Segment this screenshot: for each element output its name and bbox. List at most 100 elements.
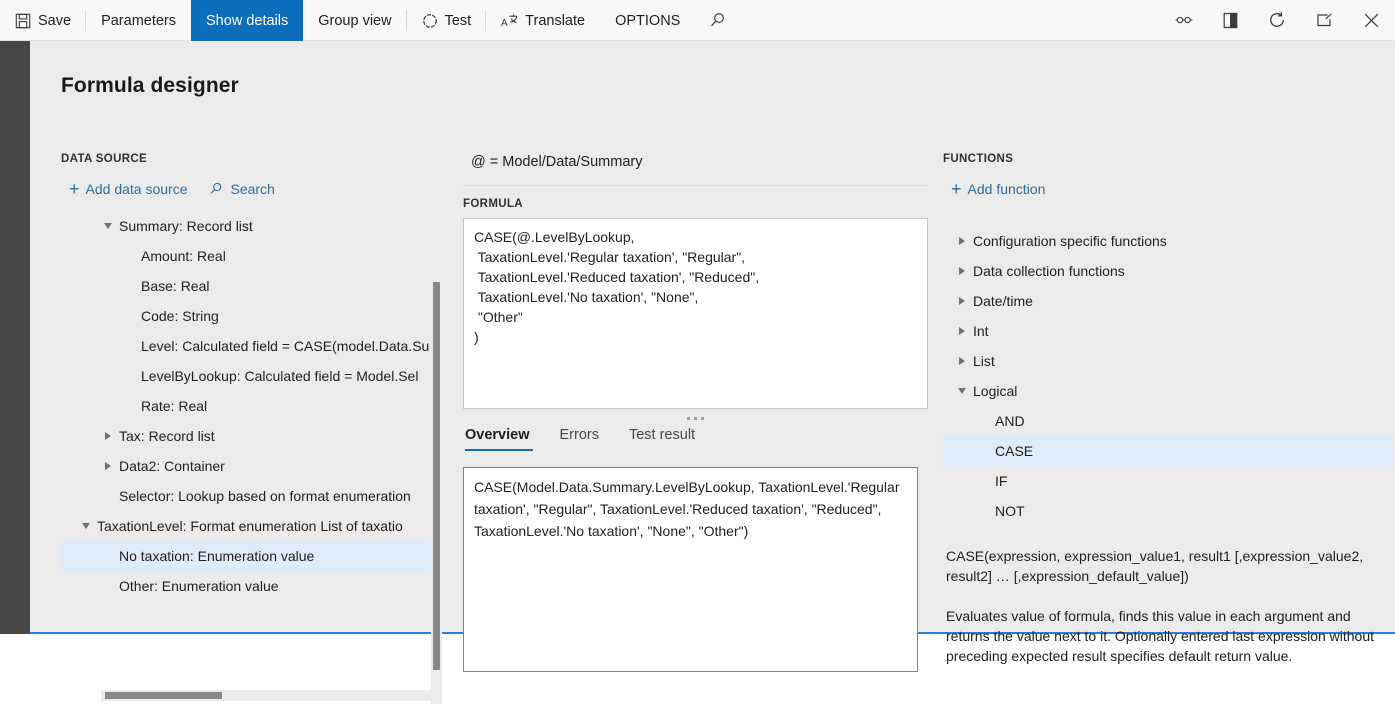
chevron-down-icon[interactable] bbox=[75, 523, 97, 529]
tree-item[interactable]: CASE bbox=[943, 436, 1395, 466]
data-source-vscrollbar[interactable] bbox=[431, 280, 442, 704]
overview-result-box[interactable]: CASE(Model.Data.Summary.LevelByLookup, T… bbox=[463, 467, 918, 672]
chevron-right-icon[interactable] bbox=[97, 432, 119, 440]
refresh-icon-button[interactable] bbox=[1253, 0, 1301, 41]
window-controls bbox=[1160, 0, 1395, 40]
function-description: Evaluates value of formula, finds this v… bbox=[946, 606, 1395, 666]
formula-editor[interactable]: CASE(@.LevelByLookup, TaxationLevel.'Reg… bbox=[463, 218, 928, 409]
tree-item[interactable]: IF bbox=[943, 466, 1395, 496]
tab-test-result[interactable]: Test result bbox=[614, 427, 710, 451]
add-data-source-button[interactable]: + Add data source bbox=[69, 180, 187, 198]
tree-item-label: No taxation: Enumeration value bbox=[119, 548, 314, 564]
tree-item-label: Code: String bbox=[141, 308, 219, 324]
search-data-source-label: Search bbox=[230, 181, 274, 197]
chevron-right-icon[interactable] bbox=[951, 267, 973, 275]
tree-item-label: Logical bbox=[973, 383, 1017, 399]
tab-label: Errors bbox=[560, 427, 599, 443]
toolbar-item-test[interactable]: Test bbox=[407, 0, 487, 41]
formula-panel: @ = Model/Data/Summary FORMULA CASE(@.Le… bbox=[463, 112, 928, 672]
tree-item[interactable]: Code: String bbox=[61, 301, 441, 331]
tree-item[interactable]: Date/time bbox=[943, 286, 1395, 316]
settings-gear-icon-button[interactable] bbox=[1160, 0, 1208, 41]
toolbar-item-options[interactable]: OPTIONS bbox=[600, 0, 695, 41]
formula-tabs[interactable]: Overview Errors Test result bbox=[463, 427, 928, 459]
chevron-right-icon[interactable] bbox=[951, 237, 973, 245]
page-title: Formula designer bbox=[61, 74, 239, 98]
tree-item-label: Selector: Lookup based on format enumera… bbox=[119, 488, 411, 504]
tree-item-label: Tax: Record list bbox=[119, 428, 215, 444]
tree-item[interactable]: List bbox=[943, 346, 1395, 376]
search-icon-button[interactable] bbox=[695, 0, 740, 41]
toolbar-item-show-details[interactable]: Show details bbox=[191, 0, 303, 41]
chevron-down-icon[interactable] bbox=[951, 388, 973, 394]
tree-item[interactable]: Base: Real bbox=[61, 271, 441, 301]
tree-item-label: Data collection functions bbox=[973, 263, 1125, 279]
tree-item[interactable]: Configuration specific functions bbox=[943, 226, 1395, 256]
chevron-right-icon[interactable] bbox=[97, 462, 119, 470]
toolbar-item-label: Show details bbox=[206, 13, 288, 29]
data-source-tree[interactable]: Summary: Record listAmount: RealBase: Re… bbox=[61, 211, 441, 611]
data-source-hscrollbar[interactable] bbox=[101, 690, 431, 701]
tree-item[interactable]: Logical bbox=[943, 376, 1395, 406]
toolbar-item-group-view[interactable]: Group view bbox=[303, 0, 406, 41]
functions-section-label: FUNCTIONS bbox=[943, 153, 1013, 165]
data-source-actions: + Add data source Search bbox=[69, 180, 275, 198]
plus-icon: + bbox=[951, 180, 962, 198]
save-icon bbox=[15, 13, 31, 29]
toolbar-item-label: Test bbox=[445, 13, 472, 29]
toolbar-item-parameters[interactable]: Parameters bbox=[86, 0, 191, 41]
tree-item-label: Rate: Real bbox=[141, 398, 207, 414]
functions-tree[interactable]: Configuration specific functions Data col… bbox=[943, 226, 1395, 516]
functions-panel: FUNCTIONS + Add function Configuration s… bbox=[943, 112, 1395, 672]
tree-item[interactable]: AND bbox=[943, 406, 1395, 436]
chevron-down-icon[interactable] bbox=[97, 223, 119, 229]
add-function-button[interactable]: + Add function bbox=[951, 180, 1045, 198]
formula-resize-grip[interactable] bbox=[463, 411, 928, 425]
plus-icon: + bbox=[69, 180, 80, 198]
search-data-source-button[interactable]: Search bbox=[209, 181, 274, 197]
popout-icon bbox=[1316, 13, 1333, 28]
command-bar: SaveParameters Show details Group view Test… bbox=[0, 0, 1395, 41]
tree-item[interactable]: Data2: Container bbox=[61, 451, 441, 481]
tree-item[interactable]: Data collection functions bbox=[943, 256, 1395, 286]
tree-item-label: Level: Calculated field = CASE(model.Dat… bbox=[141, 338, 429, 354]
tree-item[interactable]: Reduced taxation: Enumeration value bbox=[61, 601, 441, 611]
tree-item[interactable]: No taxation: Enumeration value bbox=[61, 541, 441, 571]
chevron-right-icon[interactable] bbox=[951, 357, 973, 365]
add-function-label: Add function bbox=[968, 181, 1046, 197]
tree-item-label: List bbox=[973, 353, 995, 369]
left-navigation-rail[interactable] bbox=[0, 41, 30, 634]
data-source-panel: DATA SOURCE + Add data source Search Sum… bbox=[61, 112, 441, 634]
data-source-hscrollbar-thumb[interactable] bbox=[105, 692, 222, 699]
tree-item[interactable]: LevelByLookup: Calculated field = Model.… bbox=[61, 361, 441, 391]
tree-item[interactable]: Tax: Record list bbox=[61, 421, 441, 451]
tree-item-label: Data2: Container bbox=[119, 458, 225, 474]
tree-item[interactable]: Amount: Real bbox=[61, 241, 441, 271]
tree-item[interactable]: Int bbox=[943, 316, 1395, 346]
help-book-icon bbox=[1223, 12, 1238, 29]
tree-item[interactable]: Rate: Real bbox=[61, 391, 441, 421]
close-icon-button[interactable] bbox=[1348, 0, 1395, 41]
chevron-right-icon[interactable] bbox=[951, 297, 973, 305]
tree-item[interactable]: Level: Calculated field = CASE(model.Dat… bbox=[61, 331, 441, 361]
tree-item-label: Reduced taxation: Enumeration value bbox=[119, 608, 352, 611]
toolbar-item-label: OPTIONS bbox=[615, 13, 680, 29]
tree-item[interactable]: Selector: Lookup based on format enumera… bbox=[61, 481, 441, 511]
tree-item-label: LevelByLookup: Calculated field = Model.… bbox=[141, 368, 418, 384]
tab-errors[interactable]: Errors bbox=[545, 427, 614, 451]
toolbar-item-label: Group view bbox=[318, 13, 391, 29]
data-source-vscrollbar-thumb[interactable] bbox=[433, 282, 440, 670]
tab-overview[interactable]: Overview bbox=[463, 427, 545, 451]
tree-item[interactable]: Summary: Record list bbox=[61, 211, 441, 241]
formula-section-label: FORMULA bbox=[463, 198, 523, 210]
tree-item-label: Date/time bbox=[973, 293, 1033, 309]
help-book-icon-button[interactable] bbox=[1208, 0, 1253, 41]
tree-item-label: TaxationLevel: Format enumeration List o… bbox=[97, 518, 403, 534]
toolbar-item-translate[interactable]: ATranslate bbox=[486, 0, 600, 41]
tree-item[interactable]: Other: Enumeration value bbox=[61, 571, 441, 601]
tree-item[interactable]: TaxationLevel: Format enumeration List o… bbox=[61, 511, 441, 541]
popout-icon-button[interactable] bbox=[1301, 0, 1348, 41]
tree-item[interactable]: NOT bbox=[943, 496, 1395, 516]
chevron-right-icon[interactable] bbox=[951, 327, 973, 335]
toolbar-item-save[interactable]: Save bbox=[0, 0, 86, 41]
